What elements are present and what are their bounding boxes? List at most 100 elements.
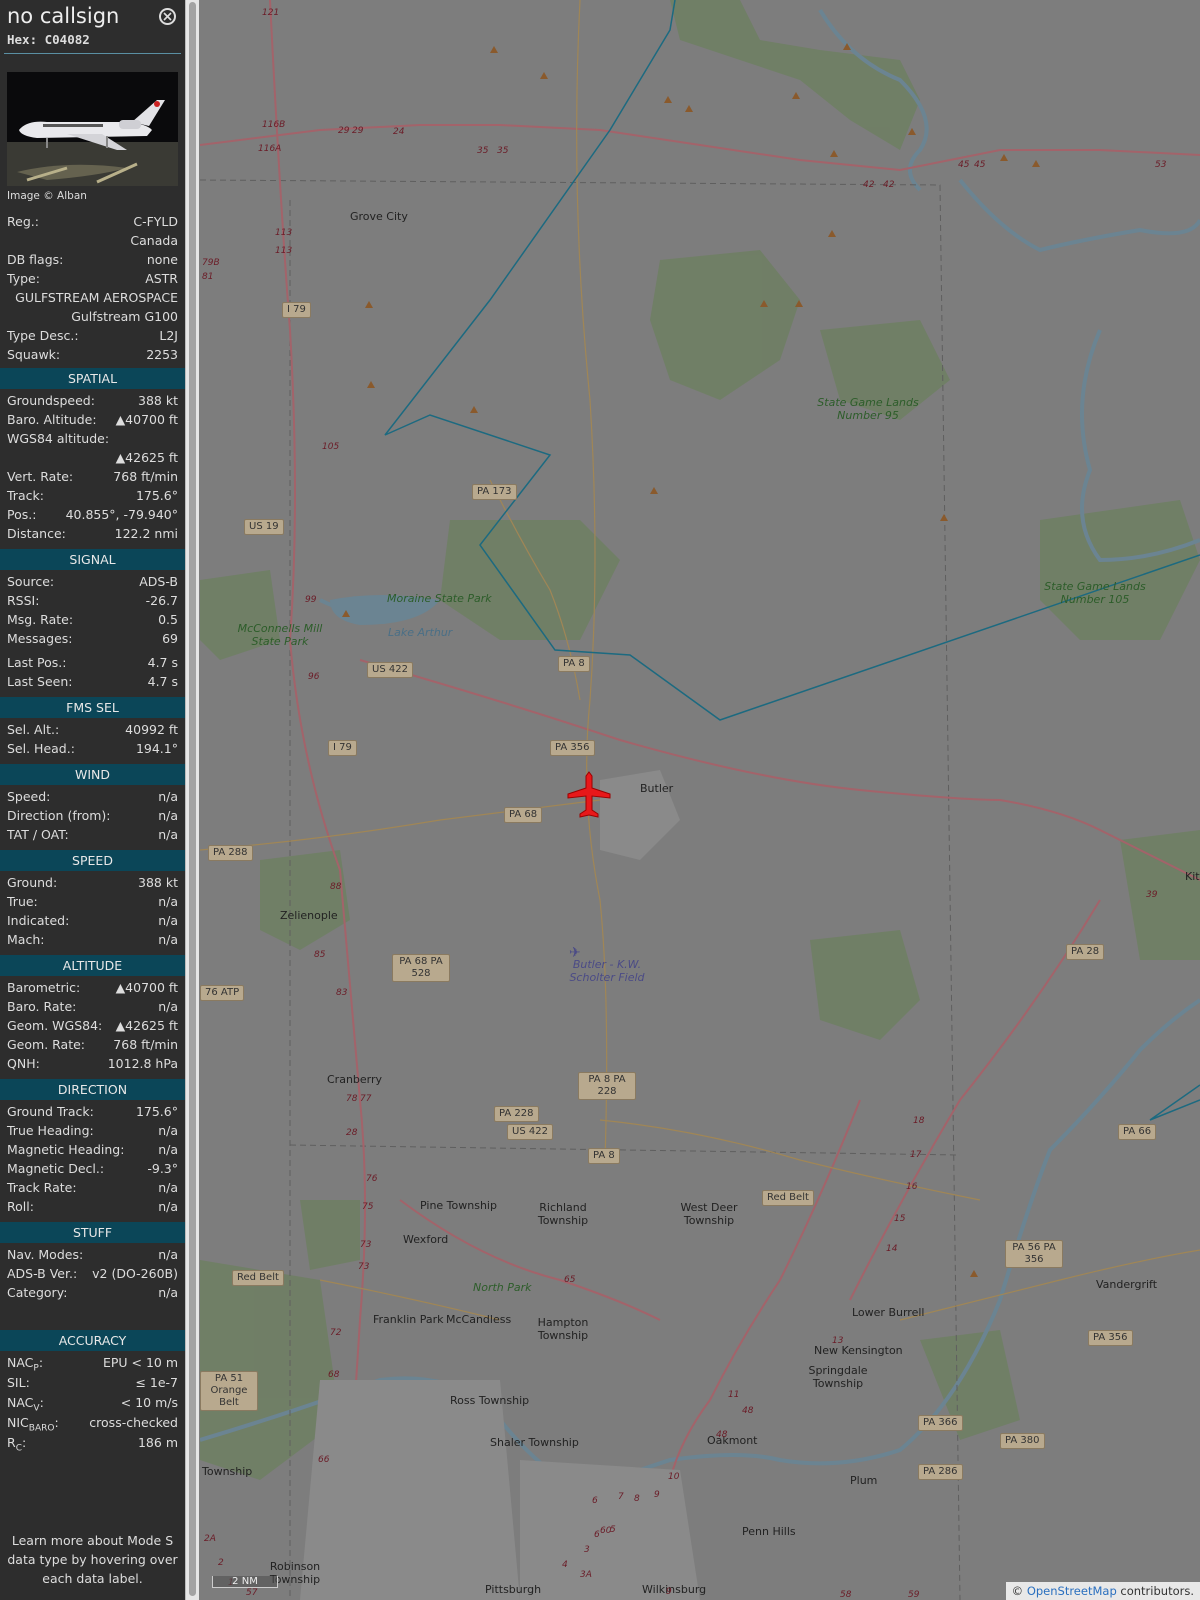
peak-icon [760,300,768,307]
info-label: SIL: [7,1375,30,1390]
header-divider [4,53,181,54]
info-row: Sel. Alt.: 40992 ft [7,722,178,741]
section-header-speed[interactable]: SPEED [0,850,185,871]
learn-more-text: Learn more about Mode S data type by hov… [7,1533,178,1586]
route-number: 4 [562,1560,568,1570]
info-value-secondary: Canada [130,233,178,248]
map-label-town: Hampton Township [537,1316,589,1342]
aircraft-info-panel: no callsign Hex: C04082 Image © Alban Re… [0,0,185,1600]
section-header-direction[interactable]: DIRECTION [0,1079,185,1100]
road-shield: PA 380 [1000,1433,1045,1449]
info-value: EPU < 10 m [102,1355,178,1370]
peak-icon [342,610,350,617]
info-row: Vert. Rate: 768 ft/min [7,469,178,488]
info-value: 69 [162,631,178,646]
map-view[interactable]: Grove City Butler Zelienople Cranberry Pine … [200,0,1200,1600]
road-shield: I 79 [328,740,357,756]
callsign-title: no callsign [7,4,120,28]
peak-icon [1000,154,1008,161]
info-value: 186 m [137,1435,178,1450]
info-label: Track: [7,488,44,503]
info-value: ▲40700 ft [115,980,178,995]
info-label: NAC [7,1395,34,1410]
route-number: 24 [393,127,405,137]
map-label-town: Franklin Park [373,1313,444,1326]
label-colon: : [54,1415,59,1430]
route-number: 2 [218,1558,224,1568]
info-row: Track: 175.6° [7,488,178,507]
info-label-wrap: NICBARO: [7,1415,59,1434]
section-header-spatial[interactable]: SPATIAL [0,368,185,389]
aircraft-marker[interactable] [566,770,612,820]
info-value: 175.6° [135,1104,178,1119]
road-shield: PA 228 [494,1106,539,1122]
info-label: Type: [7,271,40,286]
route-number: 65 [564,1275,576,1285]
route-number: 14 [886,1244,898,1254]
info-row: Magnetic Decl.: -9.3° [7,1161,178,1180]
info-row: Baro. Rate: n/a [7,999,178,1018]
route-number: 81 [202,272,214,282]
route-number: 53 [1155,160,1167,170]
map-label-town: McCandless [446,1313,512,1326]
section-header-signal[interactable]: SIGNAL [0,549,185,570]
route-number: 96 [308,672,320,682]
route-number: 78 [346,1094,358,1104]
map-label-town: Pittsburgh [485,1583,542,1596]
aircraft-photo[interactable] [7,72,178,186]
section-header-wind[interactable]: WIND [0,764,185,785]
sidebar-scrollbar[interactable] [185,0,199,1600]
info-value: 175.6° [135,488,178,503]
info-label: Sel. Alt.: [7,722,60,737]
route-number: 3A [580,1570,592,1580]
info-row: Type Desc.: L2J [7,328,178,347]
section-header-altitude[interactable]: ALTITUDE [0,955,185,976]
section-header-fms[interactable]: FMS SEL [0,697,185,718]
route-number: 39 [1146,890,1158,900]
road-shield: PA 288 [208,845,253,861]
route-number: 116B [262,120,286,130]
info-value: v2 (DO-260B) [92,1266,178,1281]
info-value: n/a [158,1247,178,1262]
info-row: Geom. Rate: 768 ft/min [7,1037,178,1056]
route-number: 11 [728,1390,740,1400]
info-label: Msg. Rate: [7,612,74,627]
route-number: 16 [906,1182,918,1192]
info-row: Reg.: C-FYLD Canada [7,214,178,248]
route-number: 42 [883,180,895,190]
peak-icon [664,96,672,103]
section-header-accuracy[interactable]: ACCURACY [0,1330,185,1351]
route-number: 66 [318,1455,330,1465]
road-shield: PA 8 [558,656,590,672]
info-label: TAT / OAT: [7,827,69,842]
info-label: NAC [7,1355,34,1370]
osm-link[interactable]: OpenStreetMap [1027,1584,1117,1598]
route-number: 17 [910,1150,922,1160]
info-value: 768 ft/min [113,1037,178,1052]
scrollbar-thumb[interactable] [189,2,196,1596]
road-shield: PA 8 [588,1148,620,1164]
info-value: 388 kt [138,875,178,890]
road-shield: PA 8 PA 228 [578,1072,636,1100]
map-label-town: Lower Burrell [852,1306,925,1319]
route-number: 9 [654,1490,660,1500]
info-label: Reg.: [7,214,39,229]
info-label: Messages: [7,631,73,646]
label-colon: : [39,1395,44,1410]
close-icon[interactable] [159,8,176,25]
route-number: 105 [322,442,340,452]
info-value-secondary: Gulfstream G100 [71,309,178,324]
route-number: 73 [360,1240,372,1250]
info-value: 388 kt [138,393,178,408]
map-canvas[interactable] [200,0,1200,1600]
info-row: Barometric: ▲40700 ft [7,980,178,999]
info-value: n/a [158,789,178,804]
info-label: Last Seen: [7,674,73,689]
map-label-town: Township [202,1465,253,1478]
route-number: 18 [913,1116,925,1126]
label-colon: : [21,1435,27,1450]
route-number: 75 [362,1202,374,1212]
info-value: L2J [159,328,178,343]
section-header-stuff[interactable]: STUFF [0,1222,185,1243]
peak-icon [940,514,948,521]
